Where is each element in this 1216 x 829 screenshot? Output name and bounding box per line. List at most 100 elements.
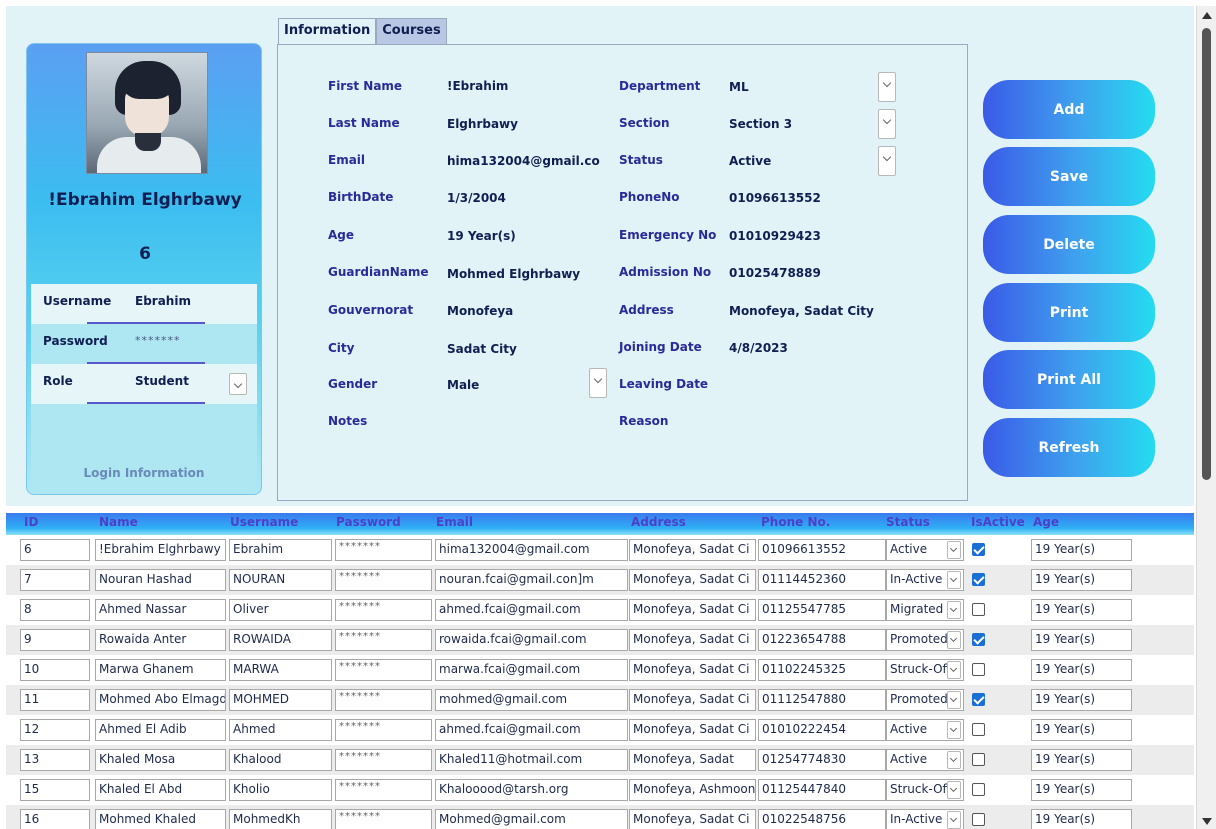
status-dropdown-chevron-down-icon[interactable] bbox=[947, 691, 961, 709]
city-value[interactable]: Sadat City bbox=[447, 342, 517, 356]
cell-id[interactable]: 16 bbox=[20, 809, 90, 829]
last-name-value[interactable]: Elghrbawy bbox=[447, 117, 518, 131]
status-dropdown-chevron-down-icon[interactable] bbox=[947, 751, 961, 769]
cell-phone[interactable]: 01114452360 bbox=[758, 569, 886, 591]
cell-username[interactable]: NOURAN bbox=[229, 569, 332, 591]
cell-password[interactable]: ******* bbox=[335, 749, 432, 771]
cell-phone[interactable]: 01223654788 bbox=[758, 629, 886, 651]
cell-email[interactable]: mohmed@gmail.com bbox=[435, 689, 628, 711]
cell-password[interactable]: ******* bbox=[335, 539, 432, 561]
cell-age[interactable]: 19 Year(s) bbox=[1031, 599, 1132, 621]
password-value[interactable]: ******* bbox=[135, 334, 181, 347]
scroll-up-arrow-icon[interactable] bbox=[1202, 12, 1212, 19]
cell-password[interactable]: ******* bbox=[335, 599, 432, 621]
isactive-checkbox[interactable] bbox=[972, 783, 985, 796]
birthdate-value[interactable]: 1/3/2004 bbox=[447, 191, 506, 205]
status-dropdown-chevron-down-icon[interactable] bbox=[947, 781, 961, 799]
table-row[interactable]: 11 Mohmed Abo Elmagd MOHMED ******* mohmed@g… bbox=[6, 685, 1194, 715]
isactive-checkbox[interactable] bbox=[972, 543, 985, 556]
column-header-email[interactable]: Email bbox=[436, 515, 473, 529]
username-value[interactable]: Ebrahim bbox=[135, 294, 191, 308]
cell-id[interactable]: 11 bbox=[20, 689, 90, 711]
cell-phone[interactable]: 01125547785 bbox=[758, 599, 886, 621]
cell-password[interactable]: ******* bbox=[335, 719, 432, 741]
table-row[interactable]: 6 !Ebrahim Elghrbawy Ebrahim ******* hima132… bbox=[6, 535, 1194, 565]
isactive-checkbox[interactable] bbox=[972, 663, 985, 676]
cell-address[interactable]: Monofeya, Sadat Ci bbox=[629, 629, 756, 651]
cell-age[interactable]: 19 Year(s) bbox=[1031, 539, 1132, 561]
status-dropdown-chevron-down-icon[interactable] bbox=[947, 631, 961, 649]
role-dropdown-chevron-down-icon[interactable] bbox=[229, 373, 247, 395]
address-value[interactable]: Monofeya, Sadat City bbox=[729, 304, 874, 318]
cell-address[interactable]: Monofeya, Ashmoon bbox=[629, 779, 756, 801]
cell-id[interactable]: 6 bbox=[20, 539, 90, 561]
cell-name[interactable]: Ahmed Nassar bbox=[95, 599, 226, 621]
cell-phone[interactable]: 01022548756 bbox=[758, 809, 886, 829]
scroll-down-arrow-icon[interactable] bbox=[1202, 818, 1212, 825]
status-dropdown-chevron-down-icon[interactable] bbox=[947, 571, 961, 589]
section-dropdown-chevron-down-icon[interactable] bbox=[878, 109, 896, 139]
column-header-phone[interactable]: Phone No. bbox=[761, 515, 830, 529]
cell-id[interactable]: 15 bbox=[20, 779, 90, 801]
cell-name[interactable]: !Ebrahim Elghrbawy bbox=[95, 539, 226, 561]
cell-email[interactable]: Khalooood@tarsh.org bbox=[435, 779, 628, 801]
column-header-name[interactable]: Name bbox=[99, 515, 138, 529]
table-row[interactable]: 16 Mohmed Khaled MohmedKh ******* Mohmed@gma… bbox=[6, 805, 1194, 829]
cell-id[interactable]: 13 bbox=[20, 749, 90, 771]
cell-email[interactable]: marwa.fcai@gmail.com bbox=[435, 659, 628, 681]
email-value[interactable]: hima132004@gmail.co bbox=[447, 154, 609, 168]
cell-email[interactable]: Mohmed@gmail.com bbox=[435, 809, 628, 829]
column-header-address[interactable]: Address bbox=[631, 515, 686, 529]
joining-date-value[interactable]: 4/8/2023 bbox=[729, 341, 788, 355]
cell-name[interactable]: Khaled El Abd bbox=[95, 779, 226, 801]
cell-email[interactable]: nouran.fcai@gmail.con]m bbox=[435, 569, 628, 591]
cell-username[interactable]: Oliver bbox=[229, 599, 332, 621]
cell-phone[interactable]: 01102245325 bbox=[758, 659, 886, 681]
print-button[interactable]: Print bbox=[983, 283, 1155, 342]
isactive-checkbox[interactable] bbox=[972, 603, 985, 616]
status-dropdown-chevron-down-icon[interactable] bbox=[947, 601, 961, 619]
isactive-checkbox[interactable] bbox=[972, 693, 985, 706]
cell-age[interactable]: 19 Year(s) bbox=[1031, 629, 1132, 651]
isactive-checkbox[interactable] bbox=[972, 813, 985, 826]
section-value[interactable]: Section 3 bbox=[729, 117, 792, 131]
table-row[interactable]: 13 Khaled Mosa Khalood ******* Khaled11@hotm… bbox=[6, 745, 1194, 775]
table-row[interactable]: 7 Nouran Hashad NOURAN ******* nouran.fcai@g… bbox=[6, 565, 1194, 595]
cell-phone[interactable]: 01125447840 bbox=[758, 779, 886, 801]
cell-name[interactable]: Ahmed El Adib bbox=[95, 719, 226, 741]
emergency-value[interactable]: 01010929423 bbox=[729, 229, 821, 243]
cell-username[interactable]: Ahmed bbox=[229, 719, 332, 741]
cell-id[interactable]: 12 bbox=[20, 719, 90, 741]
column-header-username[interactable]: Username bbox=[230, 515, 298, 529]
admission-value[interactable]: 01025478889 bbox=[729, 266, 821, 280]
table-row[interactable]: 15 Khaled El Abd Kholio ******* Khalooood@ta… bbox=[6, 775, 1194, 805]
department-value[interactable]: ML bbox=[729, 80, 749, 94]
guardian-name-value[interactable]: Mohmed Elghrbawy bbox=[447, 267, 580, 281]
table-row[interactable]: 12 Ahmed El Adib Ahmed ******* ahmed.fcai@gm… bbox=[6, 715, 1194, 745]
table-row[interactable]: 9 Rowaida Anter ROWAIDA ******* rowaida.fcai… bbox=[6, 625, 1194, 655]
cell-name[interactable]: Mohmed Khaled bbox=[95, 809, 226, 829]
cell-address[interactable]: Monofeya, Sadat Ci bbox=[629, 809, 756, 829]
cell-age[interactable]: 19 Year(s) bbox=[1031, 569, 1132, 591]
column-header-age[interactable]: Age bbox=[1033, 515, 1059, 529]
cell-username[interactable]: ROWAIDA bbox=[229, 629, 332, 651]
cell-password[interactable]: ******* bbox=[335, 779, 432, 801]
cell-name[interactable]: Khaled Mosa bbox=[95, 749, 226, 771]
cell-email[interactable]: ahmed.fcai@gmail.com bbox=[435, 599, 628, 621]
column-header-status[interactable]: Status bbox=[886, 515, 930, 529]
cell-email[interactable]: Khaled11@hotmail.com bbox=[435, 749, 628, 771]
print-all-button[interactable]: Print All bbox=[983, 350, 1155, 409]
column-header-id[interactable]: ID bbox=[24, 515, 38, 529]
refresh-button[interactable]: Refresh bbox=[983, 418, 1155, 477]
status-value[interactable]: Active bbox=[729, 154, 771, 168]
column-header-isactive[interactable]: IsActive bbox=[971, 515, 1025, 529]
cell-phone[interactable]: 01096613552 bbox=[758, 539, 886, 561]
isactive-checkbox[interactable] bbox=[972, 633, 985, 646]
cell-username[interactable]: MARWA bbox=[229, 659, 332, 681]
cell-address[interactable]: Monofeya, Sadat Ci bbox=[629, 569, 756, 591]
cell-email[interactable]: ahmed.fcai@gmail.com bbox=[435, 719, 628, 741]
cell-name[interactable]: Rowaida Anter bbox=[95, 629, 226, 651]
cell-password[interactable]: ******* bbox=[335, 659, 432, 681]
cell-age[interactable]: 19 Year(s) bbox=[1031, 749, 1132, 771]
status-dropdown-chevron-down-icon[interactable] bbox=[947, 661, 961, 679]
